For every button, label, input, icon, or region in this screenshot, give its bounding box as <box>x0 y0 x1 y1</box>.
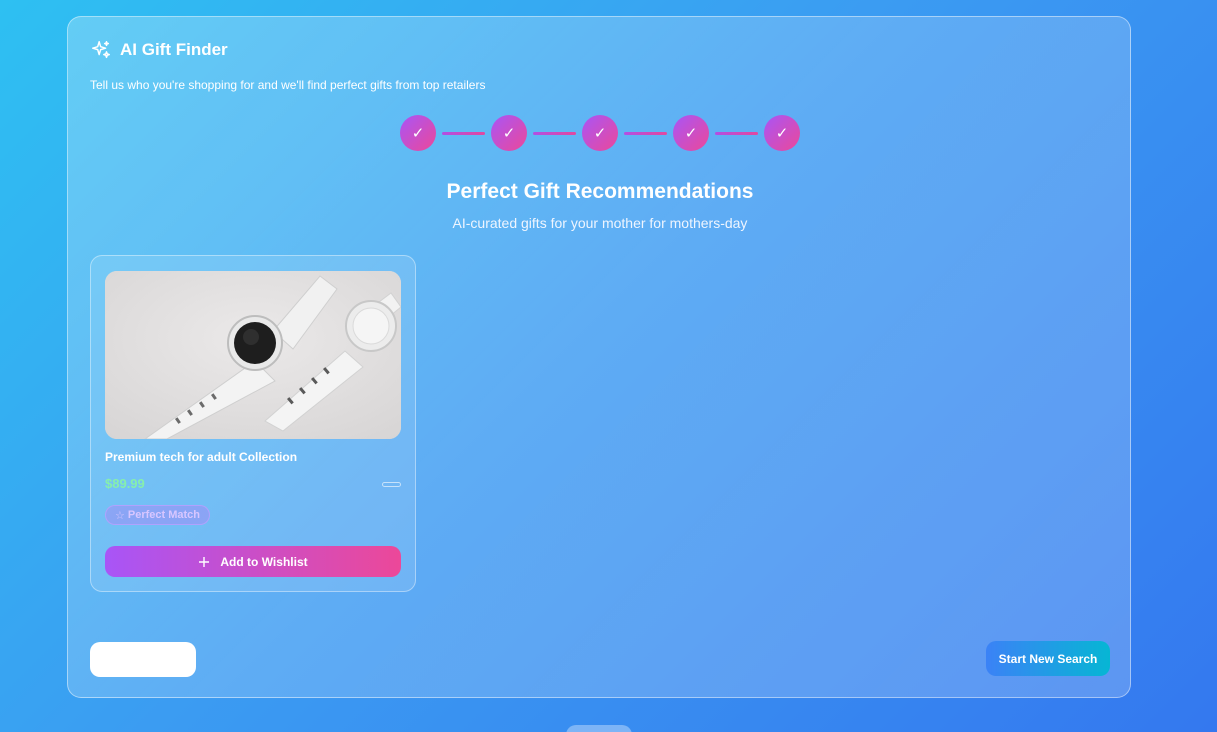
check-icon: ✓ <box>411 125 425 142</box>
start-new-search-button[interactable]: Start New Search <box>986 641 1110 676</box>
product-name: Premium tech for adult Collection <box>105 450 298 464</box>
step-1-complete: ✓ <box>400 115 436 151</box>
check-icon: ✓ <box>502 125 516 142</box>
bottom-tab[interactable] <box>566 725 632 732</box>
gift-finder-card: AI Gift Finder Tell us who you're shoppi… <box>67 16 1131 698</box>
product-image <box>105 271 401 439</box>
step-5-complete: ✓ <box>764 115 800 151</box>
check-icon: ✓ <box>684 125 698 142</box>
app-title: AI Gift Finder <box>120 40 228 59</box>
add-to-wishlist-button[interactable]: Add to Wishlist <box>105 546 401 577</box>
smartwatch-photo <box>105 271 401 439</box>
product-price: $89.99 <box>105 476 145 491</box>
step-connector <box>442 131 485 135</box>
app-subtitle: Tell us who you're shopping for and we'l… <box>90 78 486 92</box>
step-connector <box>533 131 576 135</box>
step-connector <box>715 131 758 135</box>
product-retailer-tag <box>382 482 401 487</box>
check-icon: ✓ <box>593 125 607 142</box>
add-to-wishlist-label: Add to Wishlist <box>220 554 308 569</box>
sparkles-icon <box>90 39 112 61</box>
back-button[interactable] <box>90 642 196 677</box>
step-3-complete: ✓ <box>582 115 618 151</box>
step-4-complete: ✓ <box>673 115 709 151</box>
step-connector <box>624 131 667 135</box>
star-icon: ☆ <box>115 509 125 522</box>
results-subtitle: AI-curated gifts for your mother for mot… <box>452 215 748 231</box>
match-badge: ☆ Perfect Match <box>105 505 211 525</box>
app-header: AI Gift Finder <box>90 39 228 61</box>
match-badge-label: Perfect Match <box>127 509 201 521</box>
results-title: Perfect Gift Recommendations <box>446 180 754 203</box>
step-2-complete: ✓ <box>491 115 527 151</box>
product-card[interactable]: Premium tech for adult Collection $89.99… <box>90 255 416 592</box>
progress-stepper: ✓ ✓ ✓ ✓ ✓ <box>400 115 800 151</box>
check-icon: ✓ <box>775 125 789 142</box>
plus-icon <box>198 556 210 568</box>
